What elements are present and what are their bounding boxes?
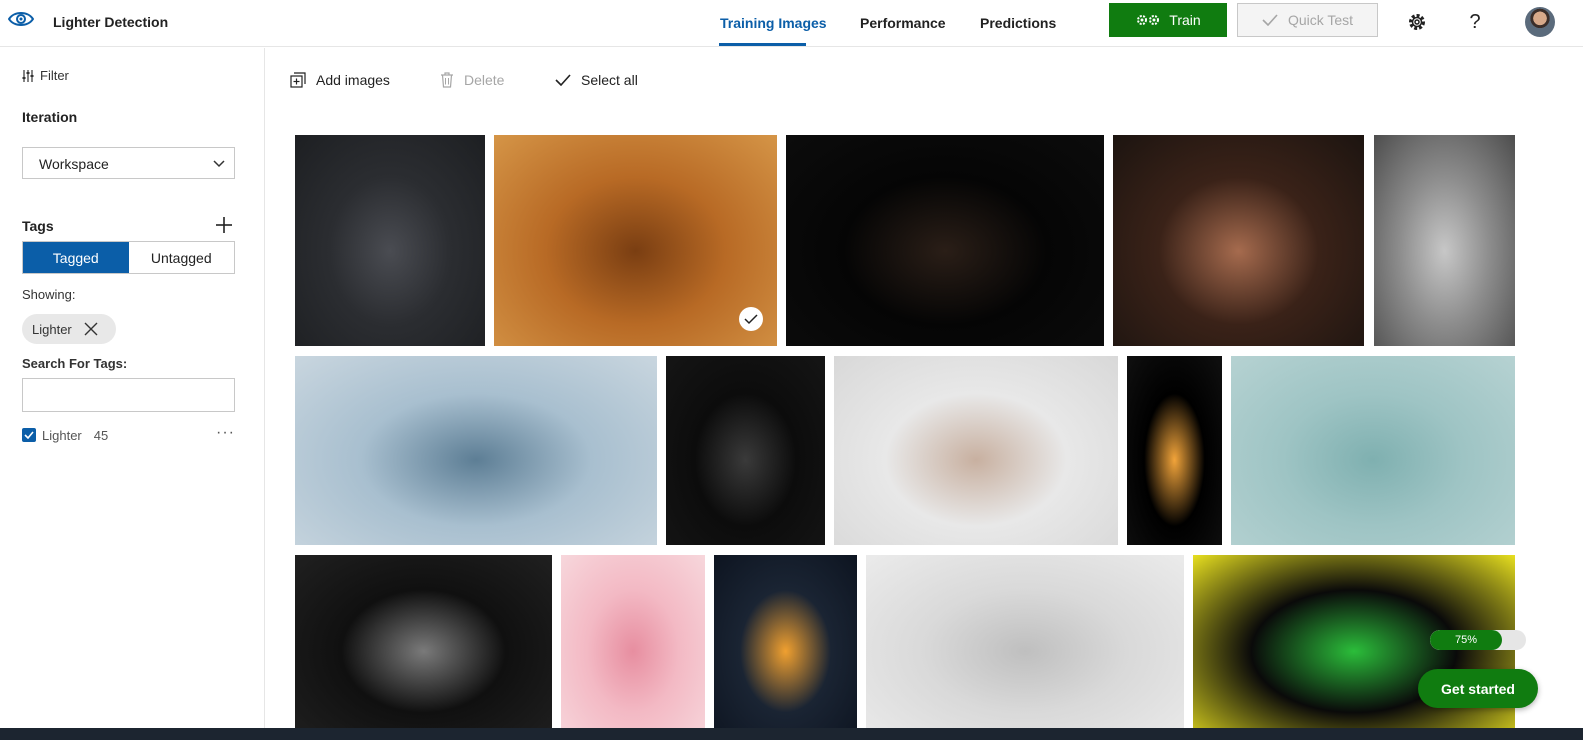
taskbar-edge bbox=[0, 728, 1583, 740]
add-tag-plus-icon[interactable] bbox=[215, 216, 233, 234]
gears-icon bbox=[1137, 15, 1160, 25]
onboarding-progress-fill: 75% bbox=[1430, 630, 1502, 650]
image-thumbnail-9[interactable] bbox=[1127, 356, 1222, 545]
chevron-down-icon bbox=[213, 160, 225, 168]
filter-sliders-icon bbox=[22, 69, 34, 82]
showing-label: Showing: bbox=[22, 287, 76, 302]
active-tab-indicator bbox=[719, 43, 806, 46]
settings-gear-icon[interactable] bbox=[1405, 10, 1429, 34]
iteration-heading: Iteration bbox=[22, 109, 78, 125]
tagged-toggle: Tagged Untagged bbox=[22, 241, 235, 274]
iteration-select[interactable]: Workspace bbox=[22, 147, 235, 179]
active-tag-filter-pill: Lighter bbox=[22, 314, 116, 344]
image-thumbnail-11[interactable] bbox=[295, 555, 552, 730]
image-thumbnail-1[interactable] bbox=[295, 135, 485, 346]
add-images-button[interactable]: Add images bbox=[290, 72, 390, 88]
image-thumbnail-5[interactable] bbox=[1374, 135, 1515, 346]
tab-performance[interactable]: Performance bbox=[860, 15, 946, 31]
untagged-option[interactable]: Untagged bbox=[129, 242, 235, 273]
selected-check-icon[interactable] bbox=[739, 307, 763, 331]
tag-more-options-icon[interactable]: ··· bbox=[216, 424, 235, 442]
tab-predictions[interactable]: Predictions bbox=[980, 15, 1056, 31]
image-thumbnail-4[interactable] bbox=[1113, 135, 1364, 346]
train-button-label: Train bbox=[1169, 12, 1201, 28]
select-all-check-icon bbox=[555, 74, 571, 86]
tag-checkbox[interactable] bbox=[22, 428, 36, 442]
eye-logo-icon bbox=[8, 12, 34, 26]
onboarding-progress-bar: 75% bbox=[1430, 630, 1526, 650]
delete-label: Delete bbox=[464, 72, 505, 88]
image-thumbnail-2[interactable] bbox=[494, 135, 777, 346]
select-all-button[interactable]: Select all bbox=[555, 72, 638, 88]
filter-label: Filter bbox=[40, 68, 69, 83]
search-tags-input[interactable] bbox=[22, 378, 235, 412]
onboarding-progress-label: 75% bbox=[1454, 634, 1478, 646]
help-icon[interactable]: ? bbox=[1463, 10, 1487, 34]
image-thumbnail-7[interactable] bbox=[666, 356, 825, 545]
active-tag-name: Lighter bbox=[32, 321, 72, 337]
train-button[interactable]: Train bbox=[1109, 3, 1227, 37]
check-icon bbox=[1262, 14, 1278, 26]
quick-test-button[interactable]: Quick Test bbox=[1237, 3, 1378, 37]
image-thumbnail-13[interactable] bbox=[714, 555, 857, 730]
add-images-icon bbox=[290, 72, 306, 88]
image-thumbnail-10[interactable] bbox=[1231, 356, 1515, 545]
image-thumbnail-14[interactable] bbox=[866, 555, 1184, 730]
add-images-label: Add images bbox=[316, 72, 390, 88]
iteration-select-value: Workspace bbox=[39, 156, 109, 172]
checkmark-icon bbox=[24, 431, 34, 439]
quick-test-label: Quick Test bbox=[1287, 12, 1354, 28]
image-thumbnail-8[interactable] bbox=[834, 356, 1118, 545]
image-thumbnail-3[interactable] bbox=[786, 135, 1104, 346]
search-tags-label: Search For Tags: bbox=[22, 356, 128, 371]
tags-heading: Tags bbox=[22, 218, 54, 234]
get-started-button[interactable]: Get started bbox=[1418, 669, 1538, 708]
tagged-option[interactable]: Tagged bbox=[23, 242, 129, 273]
tag-list-item[interactable]: Lighter 45 ··· bbox=[22, 424, 235, 445]
image-thumbnail-12[interactable] bbox=[561, 555, 705, 730]
trash-icon bbox=[441, 72, 453, 88]
tab-training-images[interactable]: Training Images bbox=[720, 15, 827, 31]
delete-button[interactable]: Delete bbox=[440, 72, 504, 88]
filter-button[interactable]: Filter bbox=[21, 68, 69, 83]
top-bar: Lighter Detection Training Images Perfor… bbox=[0, 0, 1583, 47]
project-title: Lighter Detection bbox=[53, 14, 169, 30]
remove-filter-close-icon[interactable] bbox=[84, 322, 98, 336]
select-all-label: Select all bbox=[581, 72, 638, 88]
tag-count: 45 bbox=[93, 427, 109, 443]
user-avatar[interactable] bbox=[1525, 7, 1555, 37]
sidebar: Filter Iteration Workspace Tags Tagged U… bbox=[0, 48, 265, 740]
image-thumbnail-6[interactable] bbox=[295, 356, 657, 545]
tag-name: Lighter bbox=[42, 427, 82, 443]
